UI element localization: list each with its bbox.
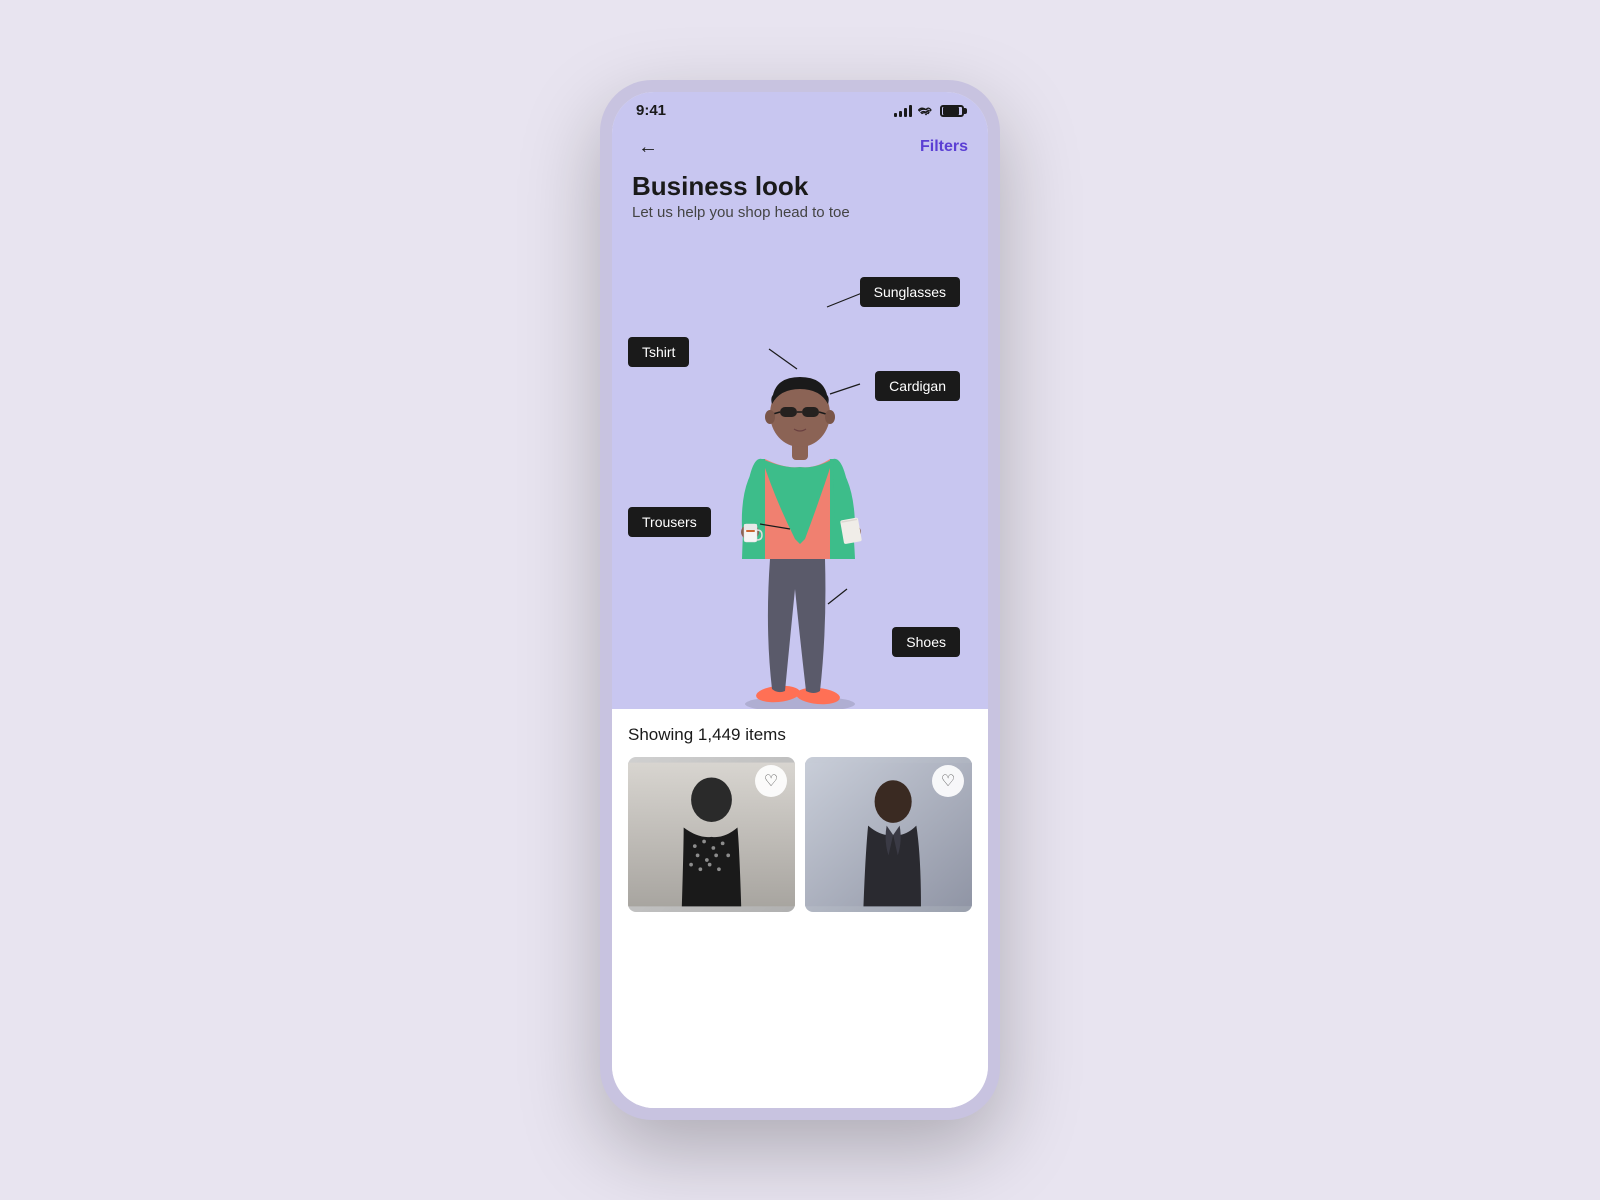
sunglasses-label[interactable]: Sunglasses bbox=[860, 277, 960, 307]
avatar-figure bbox=[700, 259, 900, 709]
battery-icon bbox=[940, 105, 964, 117]
title-area: Business look Let us help you shop head … bbox=[612, 167, 988, 229]
heart-icon-1: ♡ bbox=[764, 771, 778, 791]
heart-icon-2: ♡ bbox=[941, 771, 955, 791]
signal-bars-icon bbox=[894, 105, 912, 117]
filters-button[interactable]: Filters bbox=[920, 138, 968, 156]
product-card-2: ♡ bbox=[805, 757, 972, 912]
page-title: Business look bbox=[632, 171, 968, 202]
status-icons bbox=[894, 105, 964, 117]
status-time: 9:41 bbox=[636, 102, 666, 119]
tshirt-label[interactable]: Tshirt bbox=[628, 337, 689, 367]
back-arrow-icon: ← bbox=[638, 137, 658, 157]
trousers-label[interactable]: Trousers bbox=[628, 507, 711, 537]
status-bar: 9:41 bbox=[612, 92, 988, 125]
phone-shell: 9:41 bbox=[600, 80, 1000, 1120]
page-subtitle: Let us help you shop head to toe bbox=[632, 204, 968, 221]
wishlist-button-1[interactable]: ♡ bbox=[755, 765, 787, 797]
nav-bar: ← Filters bbox=[612, 125, 988, 167]
product-grid: ♡ bbox=[628, 757, 972, 912]
items-count: Showing 1,449 items bbox=[628, 725, 972, 745]
shoes-label[interactable]: Shoes bbox=[892, 627, 960, 657]
back-button[interactable]: ← bbox=[632, 131, 664, 163]
phone-screen: 9:41 bbox=[612, 92, 988, 1108]
wifi-icon bbox=[918, 105, 934, 117]
avatar-area: Sunglasses Tshirt Cardigan Trousers Shoe… bbox=[612, 229, 988, 709]
product-card: ♡ bbox=[628, 757, 795, 912]
hero-section: ← Filters Business look Let us help you … bbox=[612, 125, 988, 709]
content-section: Showing 1,449 items bbox=[612, 709, 988, 1108]
wishlist-button-2[interactable]: ♡ bbox=[932, 765, 964, 797]
cardigan-label[interactable]: Cardigan bbox=[875, 371, 960, 401]
